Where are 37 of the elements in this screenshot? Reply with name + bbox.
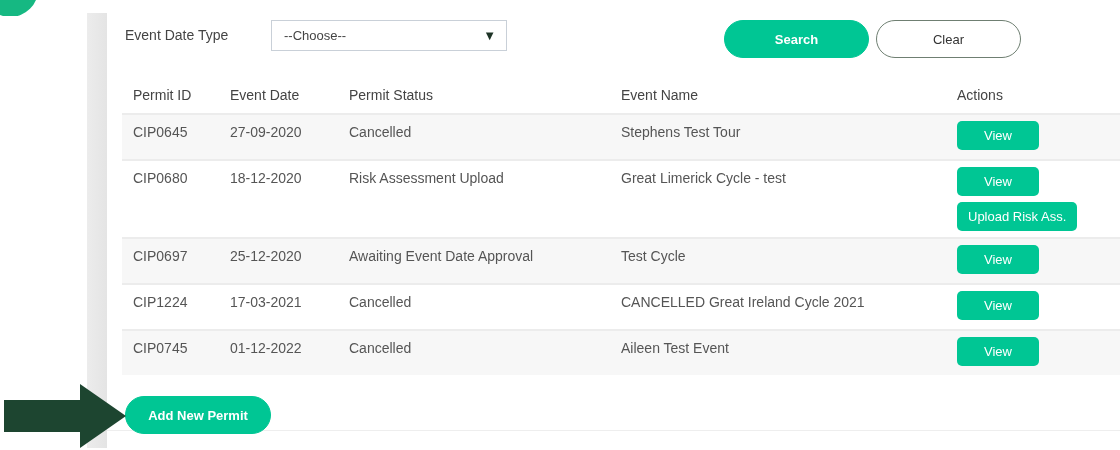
table-cell-text: CANCELLED Great Ireland Cycle 2021 — [620, 293, 866, 312]
table-cell-text: Cancelled — [348, 123, 413, 142]
column-header: Event Date — [229, 86, 301, 105]
arrow-icon — [4, 384, 126, 448]
view-button[interactable]: View — [957, 337, 1039, 366]
view-button[interactable]: View — [957, 291, 1039, 320]
table-cell-text: CIP0745 — [132, 339, 189, 358]
table-cell-text: 18-12-2020 — [229, 169, 303, 188]
view-button[interactable]: View — [957, 245, 1039, 274]
column-header: Permit Status — [348, 86, 435, 105]
clear-button[interactable]: Clear — [876, 20, 1021, 58]
upload-button[interactable]: Upload Risk Ass. — [957, 202, 1078, 231]
table-cell-text: 17-03-2021 — [229, 293, 303, 312]
table-cell-text: Cancelled — [348, 339, 413, 358]
column-header: Actions — [956, 86, 1004, 105]
table-cell-text: Aileen Test Event — [620, 339, 730, 358]
field-label: Event Date Type — [125, 27, 230, 43]
table-cell-text: Great Limerick Cycle - test — [620, 169, 787, 188]
view-button[interactable]: View — [957, 167, 1039, 196]
dropdown-field[interactable]: --Choose-- ▼ — [271, 19, 507, 51]
table-cell-text: CIP0645 — [132, 123, 189, 142]
add-permit-button[interactable]: Add New Permit — [125, 396, 271, 434]
table-cell-text: 01-12-2022 — [229, 339, 303, 358]
column-header: Event Name — [620, 86, 700, 105]
column-header: Permit ID — [132, 86, 193, 105]
table-cell-text: CIP1224 — [132, 293, 189, 312]
view-button[interactable]: View — [957, 121, 1039, 150]
table-cell-text: Test Cycle — [620, 247, 687, 266]
table-cell-text: Stephens Test Tour — [620, 123, 742, 142]
table-cell-text: 25-12-2020 — [229, 247, 303, 266]
table-cell-text: 27-09-2020 — [229, 123, 303, 142]
table-cell-text: Risk Assessment Upload — [348, 169, 505, 188]
table-cell-text: CIP0697 — [132, 247, 189, 266]
table-cell-text: CIP0680 — [132, 169, 189, 188]
search-button[interactable]: Search — [724, 20, 869, 58]
table-cell-text: Awaiting Event Date Approval — [348, 247, 535, 266]
table-cell-text: Cancelled — [348, 293, 413, 312]
